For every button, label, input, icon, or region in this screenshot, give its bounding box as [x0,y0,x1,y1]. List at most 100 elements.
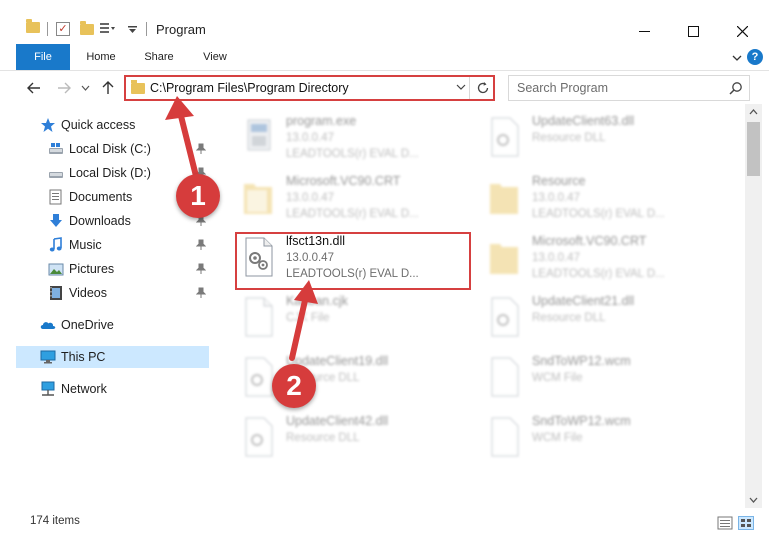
videos-icon [50,286,62,300]
highlight-box [235,232,471,290]
file-item[interactable]: UpdateClient21.dll Resource DLL [484,292,720,348]
recent-locations-button[interactable] [78,78,92,98]
search-box[interactable] [508,75,750,101]
folder-icon [26,19,40,33]
computer-icon [40,350,56,364]
file-version: 13.0.0.47 [286,192,334,204]
generic-file-icon [491,417,519,457]
help-button[interactable]: ? [747,49,763,65]
forward-button[interactable] [54,78,74,98]
dll-file-icon [491,117,519,157]
scroll-down-icon[interactable] [745,491,762,508]
forward-arrow-icon [58,82,71,94]
nav-label: Local Disk (D:) [69,166,151,180]
pin-icon[interactable] [196,287,206,299]
exe-file-icon [247,119,271,151]
file-name: Microsoft.VC90.CRT [532,234,647,248]
music-note-icon [49,237,62,252]
file-version: 13.0.0.47 [532,192,580,204]
file-version: Resource DLL [532,312,606,324]
generic-file-icon [245,297,273,337]
nav-label: OneDrive [61,318,114,332]
drive-icon [49,143,63,154]
nav-label: Quick access [61,118,136,132]
annotation-step-2: 2 [272,364,316,408]
window-title: Program [156,22,206,37]
folder-item[interactable]: Microsoft.VC90.CRT 13.0.0.47 LEADTOOLS(r… [238,172,474,228]
file-description: LEADTOOLS(r) EVAL D... [532,208,665,220]
file-item[interactable]: SndToWP12.wcm WCM File [484,412,720,468]
nav-item-this-pc[interactable]: This PC [16,346,209,368]
file-name: SndToWP12.wcm [532,354,631,368]
file-version: WCM File [532,432,583,444]
dll-file-icon [245,417,273,457]
customize-toolbar-icon[interactable] [100,22,116,36]
file-version: WCM File [532,372,583,384]
file-item[interactable]: Kanban.cjk CJK File [238,292,474,348]
scroll-thumb[interactable] [747,122,760,176]
tab-share[interactable]: Share [136,44,182,70]
file-description: LEADTOOLS(r) EVAL D... [532,268,665,280]
folder-icon [244,184,272,214]
nav-label: Pictures [69,262,115,276]
title-separator [146,22,147,36]
folder-item[interactable]: Resource 13.0.0.47 LEADTOOLS(r) EVAL D..… [484,172,720,228]
tab-home[interactable]: Home [78,44,124,70]
pin-icon[interactable] [196,263,206,275]
close-icon [736,25,748,37]
nav-item-music[interactable]: Music [16,234,209,256]
search-icon[interactable] [729,81,743,95]
file-item[interactable]: SndToWP12.wcm WCM File [484,352,720,408]
cloud-icon [40,322,56,329]
nav-item-videos[interactable]: Videos [16,282,209,304]
back-arrow-icon [27,82,40,94]
nav-label: This PC [61,350,106,364]
nav-label: Local Disk (C:) [69,142,151,156]
search-input[interactable] [509,76,719,100]
scroll-up-icon[interactable] [745,104,762,121]
maximize-icon [687,25,699,37]
minimize-button[interactable] [621,16,667,46]
pin-icon[interactable] [196,239,206,251]
folder-icon [490,184,518,214]
nav-label: Music [69,238,102,252]
status-bar: 174 items [0,508,769,540]
file-name: UpdateClient42.dll [286,414,389,428]
file-name: Microsoft.VC90.CRT [286,174,401,188]
folder-item[interactable]: Microsoft.VC90.CRT 13.0.0.47 LEADTOOLS(r… [484,232,720,288]
nav-item-onedrive[interactable]: OneDrive [16,314,209,336]
tab-view[interactable]: View [192,44,238,70]
maximize-button[interactable] [670,16,716,46]
nav-item-network[interactable]: Network [16,378,209,400]
nav-item-pictures[interactable]: Pictures [16,258,209,280]
documents-icon [49,189,62,205]
close-button[interactable] [719,16,765,46]
ribbon-expand-icon[interactable] [731,52,743,64]
quick-access-dropdown-icon[interactable] [128,26,137,35]
refresh-icon[interactable] [475,80,491,96]
file-item[interactable]: program.exe 13.0.0.47 LEADTOOLS(r) EVAL … [238,112,474,168]
new-folder-icon[interactable] [80,21,94,35]
annotation-step-1: 1 [176,174,220,218]
address-row: C:\Program Files\Program Directory [0,72,769,104]
dll-file-icon [245,357,273,397]
properties-check-icon[interactable]: ✓ [56,22,70,36]
file-item[interactable]: UpdateClient63.dll Resource DLL [484,112,720,168]
file-item[interactable]: UpdateClient42.dll Resource DLL [238,412,474,468]
file-name: UpdateClient63.dll [532,114,635,128]
large-icons-view-icon[interactable] [738,516,754,530]
up-button[interactable] [98,78,118,98]
nav-label: Downloads [69,214,131,228]
address-dropdown-icon[interactable] [456,82,466,92]
file-name: SndToWP12.wcm [532,414,631,428]
vertical-scrollbar[interactable] [745,104,762,508]
up-arrow-icon [102,81,114,94]
drive-icon [49,172,63,178]
file-description: LEADTOOLS(r) EVAL D... [286,148,419,160]
minimize-icon [638,30,650,32]
details-view-icon[interactable] [717,516,733,530]
nav-item-downloads[interactable]: Downloads [16,210,209,232]
back-button[interactable] [24,78,44,98]
tab-file[interactable]: File [16,44,70,70]
item-count: 174 items [30,515,80,527]
